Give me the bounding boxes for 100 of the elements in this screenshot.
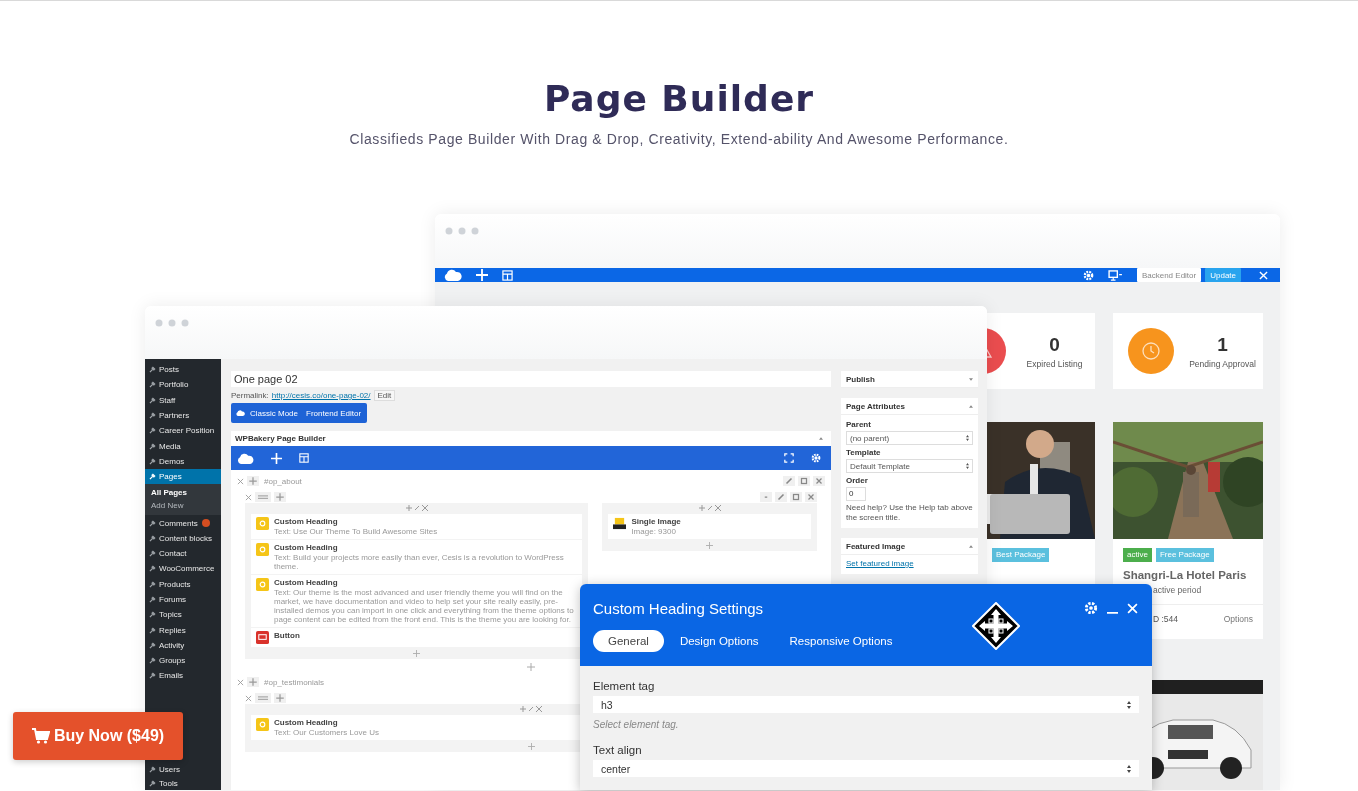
sidebar-item[interactable]: Groups <box>145 653 221 669</box>
sidebar-item[interactable]: Forums <box>145 591 221 608</box>
caret-icon[interactable] <box>969 404 973 408</box>
edit-icon[interactable] <box>775 492 787 502</box>
element-card[interactable]: Button <box>251 628 583 647</box>
options-link[interactable]: Options <box>1223 614 1253 624</box>
heading-element-icon <box>256 578 269 591</box>
stat-value: 0 <box>1049 333 1060 356</box>
pin-icon <box>149 519 156 527</box>
sidebar-item[interactable]: Posts <box>145 362 221 378</box>
dialog-tab[interactable]: Design Options <box>664 630 774 652</box>
sidebar-item[interactable]: WooCommerce <box>145 561 221 577</box>
element-title: Custom Heading <box>274 543 339 552</box>
package-tag: Free Package <box>1155 548 1214 562</box>
sidebar-item[interactable]: Staff <box>145 392 221 408</box>
element-title: Button <box>274 631 300 640</box>
cart-icon <box>31 728 50 744</box>
dialog-tab[interactable]: Responsive Options <box>774 630 908 652</box>
sidebar-item[interactable]: Replies <box>145 622 221 638</box>
submenu-item[interactable]: All Pages <box>145 486 221 500</box>
settings-icon[interactable] <box>811 453 821 463</box>
element-card[interactable] <box>251 575 583 627</box>
mode-button[interactable]: Frontend Editor <box>303 408 365 418</box>
sidebar-item[interactable]: Partners <box>145 407 221 424</box>
element-card[interactable]: Custom Heading Text: Build your projects more easily than ever, Cesis is a revolution to WordPress theme. <box>251 540 583 574</box>
title-input[interactable]: One page 02 <box>231 371 831 387</box>
mode-button[interactable]: Classic Mode <box>247 408 301 418</box>
sidebar-item[interactable]: Demos <box>145 453 221 470</box>
close-icon[interactable] <box>1127 602 1138 614</box>
sidebar-item[interactable]: Products <box>145 576 221 592</box>
close-icon[interactable] <box>813 476 825 486</box>
minus-icon[interactable] <box>760 492 772 502</box>
pin-icon <box>149 550 156 558</box>
template-select[interactable]: Default Template <box>846 459 973 473</box>
cloud-icon[interactable] <box>444 269 462 281</box>
sidebar-item[interactable]: Media <box>145 438 221 454</box>
page-title: Page Builder <box>542 77 816 121</box>
order-input[interactable]: 0 <box>846 487 866 501</box>
sidebar-item[interactable]: Users <box>145 762 221 776</box>
columns-icon[interactable] <box>255 693 271 703</box>
caret-icon[interactable] <box>819 437 823 440</box>
layout-icon[interactable] <box>502 269 513 281</box>
sidebar-item[interactable]: Tools <box>145 776 221 790</box>
pin-icon <box>149 457 156 465</box>
columns-icon[interactable] <box>255 492 271 502</box>
caret-icon[interactable] <box>969 377 973 381</box>
monitor-icon[interactable] <box>1107 269 1123 281</box>
element-card[interactable]: Custom Heading Text: Use Our Theme To Build Awesome Sites <box>251 514 583 539</box>
sidebar-item[interactable]: Activity <box>145 637 221 654</box>
copy-icon[interactable] <box>798 476 810 486</box>
builder-title: WPBakery Page Builder <box>235 434 326 443</box>
permalink-link[interactable]: http://cesis.co/one-page-02/ <box>271 391 371 400</box>
caret-icon[interactable] <box>969 544 973 548</box>
row-anchor: #op_testimonials <box>264 677 325 687</box>
row-anchor: #op_about <box>264 476 302 486</box>
column-controls-icon[interactable] <box>519 705 543 713</box>
dialog-tab[interactable]: General <box>593 630 664 652</box>
sidebar-item[interactable]: Emails <box>145 668 221 684</box>
pin-icon <box>149 473 156 481</box>
column-controls-icon[interactable] <box>404 504 429 512</box>
sidebar-item[interactable]: Contact <box>145 545 221 562</box>
select-arrows-icon <box>966 463 969 469</box>
copy-icon[interactable] <box>790 492 802 502</box>
buy-now-button[interactable]: Buy Now ($49) <box>13 712 183 760</box>
sidebar-item[interactable]: Content blocks <box>145 530 221 546</box>
element-text: Image: 9300 <box>631 527 677 536</box>
heading-element-icon <box>256 517 269 530</box>
listing-card[interactable]: active Free Package Shangri-La Hotel Paris active period D :544 Options <box>1113 422 1263 639</box>
fullscreen-icon[interactable] <box>784 453 794 463</box>
heading-element-icon <box>256 543 269 556</box>
select-field[interactable]: h3 <box>593 696 1139 713</box>
column-controls-icon[interactable] <box>697 504 722 512</box>
stat-value: 1 <box>1217 333 1228 356</box>
pin-icon <box>149 611 156 619</box>
sidebar-item[interactable]: Career Position <box>145 423 221 439</box>
sidebar-item[interactable]: Portfolio <box>145 377 221 393</box>
cloud-icon[interactable] <box>237 452 254 464</box>
box-title: Publish <box>846 374 875 384</box>
close-icon[interactable] <box>1259 270 1268 280</box>
element-card[interactable]: Single Image Image: 9300 <box>608 514 811 539</box>
backend-editor-button[interactable]: Backend Editor <box>1136 268 1202 282</box>
layout-icon[interactable] <box>299 453 309 463</box>
sidebar-item[interactable]: Comments <box>145 515 221 531</box>
package-tag: Best Package <box>992 548 1050 562</box>
select-field[interactable]: center <box>593 760 1139 777</box>
parent-select[interactable]: (no parent) <box>846 431 973 445</box>
listing-title: Shangri-La Hotel Paris <box>1123 569 1248 581</box>
submenu-item[interactable]: Add New <box>145 499 221 513</box>
box-title: Featured Image <box>846 541 906 551</box>
settings-icon[interactable] <box>1082 269 1094 281</box>
settings-icon[interactable] <box>1084 601 1098 615</box>
edit-button[interactable]: Edit <box>373 390 396 401</box>
sidebar-item[interactable]: Topics <box>145 607 221 623</box>
element-text: Text: Our Customers Love Us <box>274 728 379 737</box>
image-element-icon <box>613 517 627 530</box>
element-title: Single Image <box>631 517 681 526</box>
close-icon[interactable] <box>805 492 817 502</box>
pin-icon <box>149 534 156 542</box>
edit-icon[interactable] <box>783 476 795 486</box>
sidebar-item[interactable]: Pages <box>145 469 221 485</box>
